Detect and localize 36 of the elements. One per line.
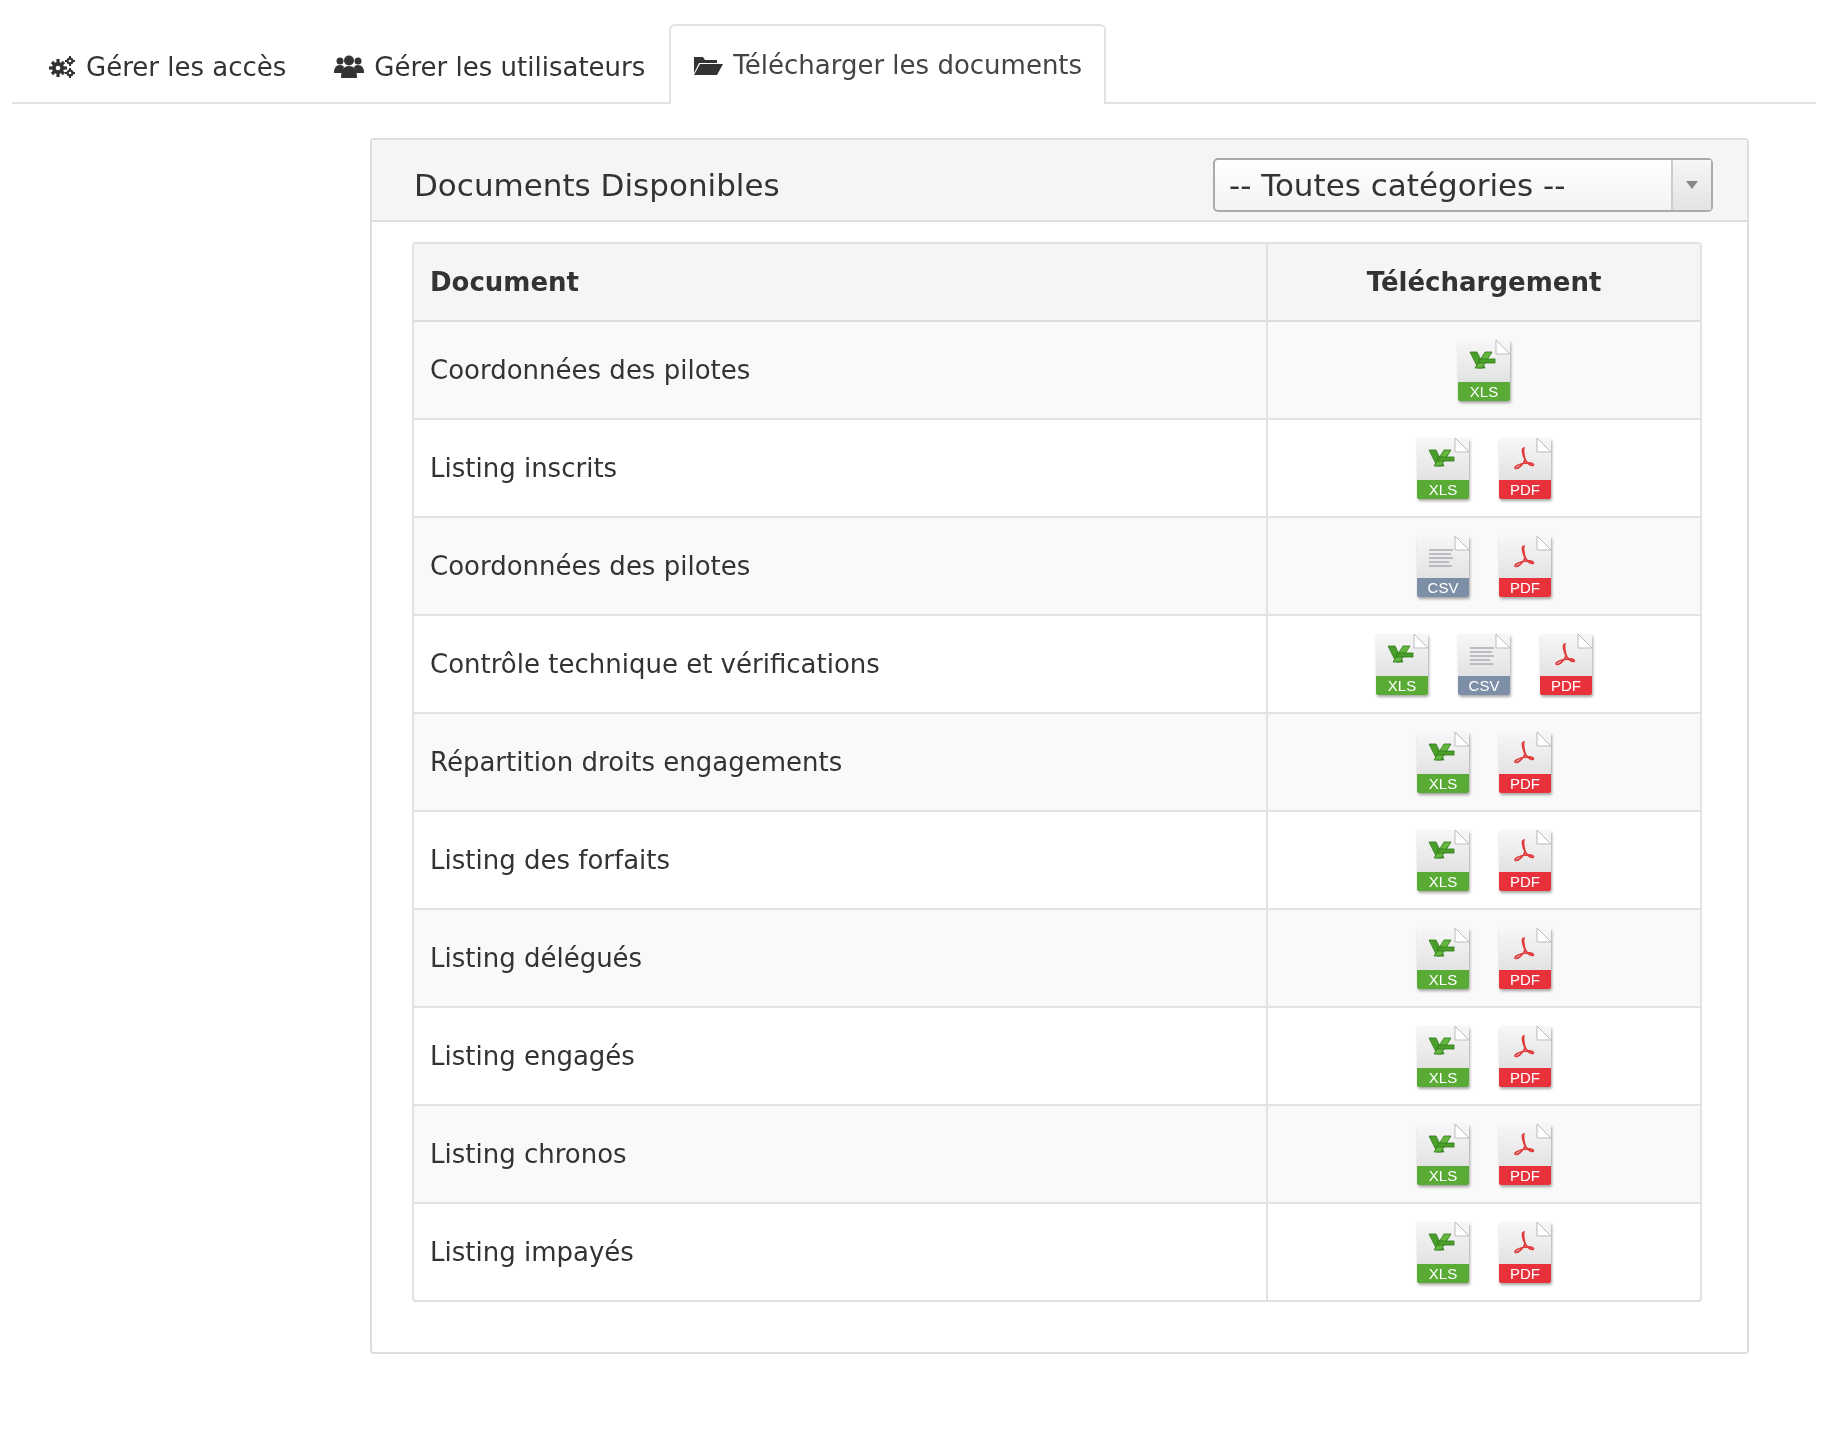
document-name-cell: Coordonnées des pilotes	[414, 322, 1266, 420]
pdf-file-link[interactable]: PDF	[1499, 731, 1551, 793]
spreadsheet-file-link[interactable]: XLS	[1417, 1123, 1469, 1185]
panel-title: Documents Disponibles	[414, 167, 780, 203]
pdf-file-link[interactable]: PDF	[1499, 1123, 1551, 1185]
pdf-file-link[interactable]: PDF	[1499, 437, 1551, 499]
spreadsheet-file-link[interactable]: XLS	[1417, 731, 1469, 793]
spreadsheet-file-link[interactable]: XLS	[1417, 1221, 1469, 1283]
category-select[interactable]: -- Toutes catégories --	[1213, 158, 1713, 212]
column-header: Document	[414, 244, 1266, 322]
pdf-file-link[interactable]: PDF	[1499, 535, 1551, 597]
tab[interactable]: Gérer les utilisateurs	[310, 28, 670, 104]
csv-file-link[interactable]: CSV	[1417, 535, 1469, 597]
csv-file-link[interactable]: CSV	[1458, 633, 1510, 695]
caret-icon	[1686, 181, 1698, 189]
pdf-file-link[interactable]: PDF	[1499, 1221, 1551, 1283]
spreadsheet-file-link[interactable]: XLS	[1376, 633, 1428, 695]
spreadsheet-file-link[interactable]: XLS	[1417, 829, 1469, 891]
document-name-cell: Listing délégués	[414, 910, 1266, 1008]
tab[interactable]: Télécharger les documents	[669, 24, 1107, 104]
tab[interactable]: Gérer les accès	[24, 28, 311, 104]
document-name-cell: Listing chronos	[414, 1106, 1266, 1204]
document-name-cell-text: Listing impayés	[429, 1236, 635, 1269]
column-header: Téléchargement	[1266, 244, 1700, 322]
spreadsheet-file-link[interactable]: XLS	[1458, 339, 1510, 401]
spreadsheet-file-link[interactable]: XLS	[1417, 1025, 1469, 1087]
users-icon	[334, 55, 365, 79]
pdf-file-link[interactable]: PDF	[1499, 927, 1551, 989]
spreadsheet-file-link[interactable]: XLS	[1417, 927, 1469, 989]
gears-icon	[48, 55, 76, 79]
document-name-cell: Répartition droits engagements	[414, 714, 1266, 812]
pdf-file-link[interactable]: PDF	[1499, 829, 1551, 891]
pdf-file-link[interactable]: PDF	[1499, 1025, 1551, 1087]
spreadsheet-file-link[interactable]: XLS	[1417, 437, 1469, 499]
document-name-cell: Coordonnées des pilotes	[414, 518, 1266, 616]
pdf-file-link[interactable]: PDF	[1540, 633, 1592, 695]
